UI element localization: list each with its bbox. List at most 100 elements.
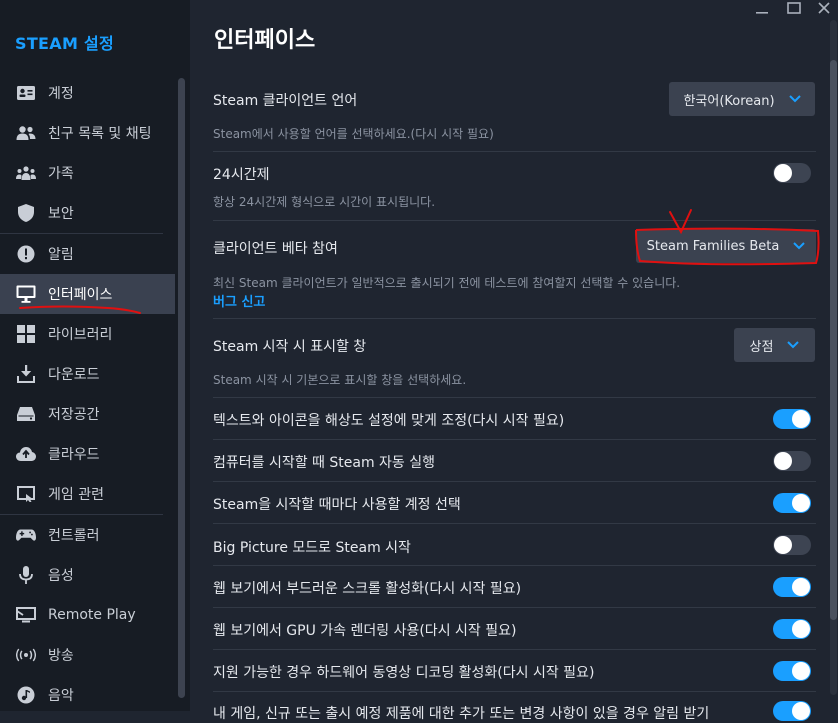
dpi-scaling-toggle[interactable]	[773, 409, 811, 429]
sidebar-item-label: Remote Play	[48, 607, 136, 623]
sidebar-scrollbar[interactable]	[178, 78, 185, 698]
divider	[213, 481, 816, 482]
run-at-startup-label: 컴퓨터를 시작할 때 Steam 자동 실행	[213, 455, 436, 471]
start-window-description: Steam 시작 시 기본으로 표시할 창을 선택하세요.	[213, 373, 467, 387]
music-icon	[16, 685, 36, 705]
sidebar-item-label: 방송	[48, 648, 74, 664]
gpu-rendering-toggle[interactable]	[773, 619, 811, 639]
sidebar: STEAM 설정 계정 친구 목록 및 채팅 가족 보안 알림 인터페이스 라이…	[0, 0, 190, 711]
divider	[213, 565, 816, 566]
clock24-description: 항상 24시간제 형식으로 시간이 표시됩니다.	[213, 195, 436, 209]
sidebar-item-label: 계정	[48, 86, 74, 102]
remote-play-icon	[16, 605, 36, 625]
smooth-scroll-toggle[interactable]	[773, 577, 811, 597]
cloud-icon	[16, 444, 36, 464]
divider	[213, 523, 816, 524]
gpu-rendering-label: 웹 보기에서 GPU 가속 렌더링 사용(다시 시작 필요)	[213, 623, 517, 639]
sidebar-item-friends-chat[interactable]: 친구 목록 및 채팅	[0, 113, 175, 153]
language-dropdown-value: 한국어(Korean)	[683, 93, 775, 109]
sidebar-item-library[interactable]: 라이브러리	[0, 314, 175, 354]
sidebar-item-account[interactable]: 계정	[0, 73, 175, 113]
hw-video-decode-label: 지원 가능한 경우 하드웨어 동영상 디코딩 활성화(다시 시작 필요)	[213, 665, 595, 681]
smooth-scroll-label: 웹 보기에서 부드러운 스크롤 활성화(다시 시작 필요)	[213, 581, 522, 597]
app-title: STEAM 설정	[15, 34, 115, 53]
divider	[213, 397, 816, 398]
red-annotation-box	[635, 209, 820, 266]
chevron-down-icon	[788, 95, 801, 103]
toggle-knob	[792, 620, 810, 638]
language-dropdown[interactable]: 한국어(Korean)	[669, 82, 815, 116]
sidebar-item-notifications[interactable]: 알림	[0, 234, 175, 274]
game-notifications-label: 내 게임, 신규 또는 출시 예정 제품에 대한 추가 또는 변경 사항이 있을…	[213, 706, 710, 722]
beta-description: 최신 Steam 클라이언트가 일반적으로 출시되기 전에 테스트에 참여할지 …	[213, 276, 681, 290]
shield-icon	[16, 203, 36, 223]
family-icon	[16, 163, 36, 183]
toggle-knob	[792, 578, 810, 596]
sidebar-item-in-game[interactable]: 게임 관련	[0, 474, 175, 514]
drive-icon	[16, 404, 36, 424]
sidebar-item-music[interactable]: 음악	[0, 675, 175, 715]
controller-icon	[16, 525, 36, 545]
toggle-knob	[774, 164, 792, 182]
divider	[213, 318, 816, 319]
account-chooser-label: Steam을 시작할 때마다 사용할 계정 선택	[213, 497, 461, 513]
big-picture-toggle[interactable]	[773, 535, 811, 555]
sidebar-item-security[interactable]: 보안	[0, 193, 175, 233]
sidebar-item-voice[interactable]: 음성	[0, 555, 175, 595]
sidebar-item-downloads[interactable]: 다운로드	[0, 354, 175, 394]
start-window-dropdown[interactable]: 상점	[734, 328, 815, 362]
sidebar-item-label: 라이브러리	[48, 327, 113, 343]
sidebar-item-label: 게임 관련	[48, 487, 104, 503]
language-label: Steam 클라이언트 언어	[213, 93, 358, 109]
report-bug-link[interactable]: 버그 신고	[213, 291, 265, 310]
monitor-icon	[16, 284, 36, 304]
id-card-icon	[16, 83, 36, 103]
page-title: 인터페이스	[214, 28, 316, 53]
game-window-icon	[16, 484, 36, 504]
friends-icon	[16, 123, 36, 143]
sidebar-item-label: 가족	[48, 166, 74, 182]
sidebar-item-label: 다운로드	[48, 367, 100, 383]
sidebar-item-family[interactable]: 가족	[0, 153, 175, 193]
divider	[213, 691, 816, 692]
sidebar-item-storage[interactable]: 저장공간	[0, 394, 175, 434]
toggle-knob	[792, 494, 810, 512]
main-scrollbar[interactable]	[830, 20, 837, 695]
start-window-dropdown-value: 상점	[749, 339, 774, 355]
scrollbar-thumb[interactable]	[830, 60, 837, 620]
chevron-down-icon	[787, 341, 800, 349]
alert-icon	[16, 244, 36, 264]
divider	[213, 439, 816, 440]
language-description: Steam에서 사용할 언어를 선택하세요.(다시 시작 필요)	[213, 127, 494, 141]
sidebar-item-controller[interactable]: 컨트롤러	[0, 515, 175, 555]
divider	[213, 607, 816, 608]
sidebar-item-label: 친구 목록 및 채팅	[48, 126, 152, 142]
toggle-knob	[792, 662, 810, 680]
sidebar-item-label: 인터페이스	[48, 287, 113, 303]
sidebar-item-remote-play[interactable]: Remote Play	[0, 595, 175, 635]
game-notifications-toggle[interactable]	[773, 701, 811, 721]
sidebar-item-label: 저장공간	[48, 407, 100, 423]
toggle-knob	[792, 702, 810, 720]
account-chooser-toggle[interactable]	[773, 493, 811, 513]
clock24-label: 24시간제	[213, 167, 270, 183]
sidebar-item-cloud[interactable]: 클라우드	[0, 434, 175, 474]
dpi-scaling-label: 텍스트와 아이콘을 해상도 설정에 맞게 조정(다시 시작 필요)	[213, 413, 565, 429]
hw-video-decode-toggle[interactable]	[773, 661, 811, 681]
run-at-startup-toggle[interactable]	[773, 451, 811, 471]
microphone-icon	[16, 565, 36, 585]
sidebar-item-broadcast[interactable]: 방송	[0, 635, 175, 675]
download-icon	[16, 364, 36, 384]
toggle-knob	[774, 452, 792, 470]
broadcast-icon	[16, 645, 36, 665]
big-picture-label: Big Picture 모드로 Steam 시작	[213, 540, 411, 556]
divider	[213, 649, 816, 650]
clock24-toggle[interactable]	[773, 163, 811, 183]
start-window-label: Steam 시작 시 표시할 창	[213, 339, 367, 355]
sidebar-item-label: 알림	[48, 247, 74, 263]
sidebar-item-label: 음성	[48, 568, 74, 584]
sidebar-item-label: 클라우드	[48, 447, 100, 463]
toggle-knob	[792, 410, 810, 428]
toggle-knob	[774, 536, 792, 554]
sidebar-item-label: 보안	[48, 206, 74, 222]
